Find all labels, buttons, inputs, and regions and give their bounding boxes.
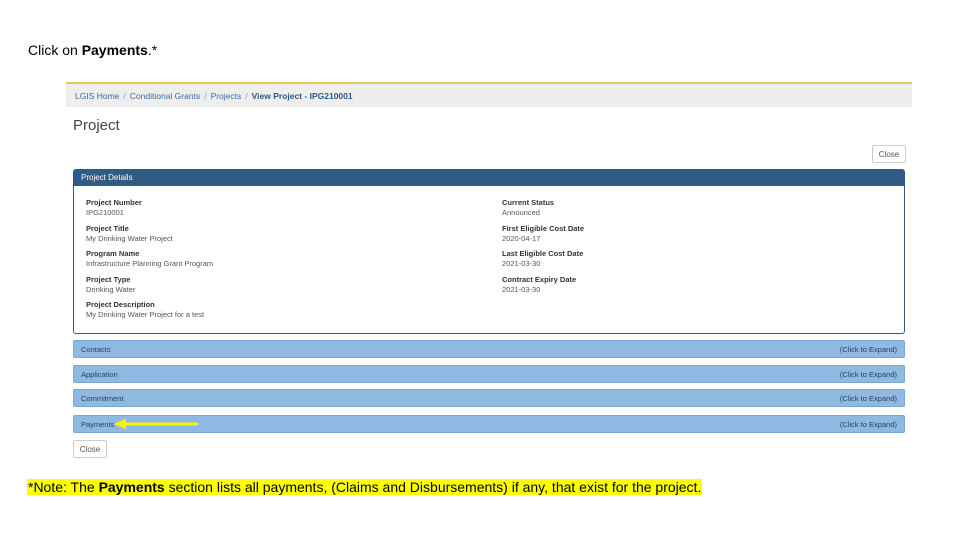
field-project-type: Project Type Drinking Water <box>86 275 135 295</box>
breadcrumb-projects[interactable]: Projects <box>211 91 242 101</box>
field-last-eligible-cost-date: Last Eligible Cost Date 2021-03-30 <box>502 249 583 269</box>
section-expand-hint: (Click to Expand) <box>839 420 897 429</box>
field-label: Last Eligible Cost Date <box>502 249 584 258</box>
field-project-title: Project Title My Drinking Water Project <box>86 224 173 244</box>
arrow-left-icon <box>114 418 198 430</box>
app-screenshot: LGIS Home / Conditional Grants / Projects / Vi… <box>66 82 912 462</box>
field-value: IPG210001 <box>86 208 124 217</box>
field-label: First Eligible Cost Date <box>502 224 585 233</box>
field-value: My Drinking Water Project for a test <box>86 310 205 319</box>
field-value: Drinking Water <box>86 285 136 294</box>
field-project-description: Project Description My Drinking Water Pr… <box>86 300 204 320</box>
field-contract-expiry-date: Contract Expiry Date 2021-03-30 <box>502 275 576 295</box>
field-value: 2020-04-17 <box>502 234 541 243</box>
field-value: Announced <box>502 208 540 217</box>
note-bold: Payments <box>98 479 165 495</box>
breadcrumb-separator: / <box>245 91 248 101</box>
note-prefix: *Note: The <box>28 479 99 495</box>
field-value: 2021-03-30 <box>502 285 541 294</box>
field-label: Contract Expiry Date <box>502 275 577 284</box>
section-label: Application <box>81 370 118 379</box>
breadcrumb-current: View Project - IPG210001 <box>251 91 353 101</box>
field-value: My Drinking Water Project <box>86 234 173 243</box>
section-label: Commitment <box>81 394 124 403</box>
project-details-panel: Project Details Project Number IPG210001… <box>73 169 905 334</box>
field-project-number: Project Number IPG210001 <box>86 198 142 218</box>
page-title: Project <box>73 117 120 134</box>
breadcrumb-lgis-home[interactable]: LGIS Home <box>75 91 119 101</box>
field-label: Program Name <box>86 249 140 258</box>
field-label: Project Number <box>86 198 142 207</box>
field-program-name: Program Name Infrastructure Planning Gra… <box>86 249 213 269</box>
breadcrumb: LGIS Home / Conditional Grants / Projects / Vi… <box>66 82 912 107</box>
section-label: Payments <box>81 420 115 429</box>
section-commitment[interactable]: Commitment (Click to Expand) <box>73 389 905 407</box>
breadcrumb-separator: / <box>204 91 207 101</box>
instruction-target: Payments <box>81 42 148 58</box>
close-button-bottom[interactable]: Close <box>73 440 107 458</box>
section-application[interactable]: Application (Click to Expand) <box>73 365 905 383</box>
project-details-heading: Project Details <box>74 170 904 186</box>
field-label: Project Title <box>86 224 129 233</box>
section-label: Contacts <box>81 345 111 354</box>
field-current-status: Current Status Announced <box>502 198 554 218</box>
field-label: Project Type <box>86 275 131 284</box>
breadcrumb-conditional-grants[interactable]: Conditional Grants <box>130 91 200 101</box>
instruction-suffix: .* <box>147 42 158 58</box>
instruction-text: Click on Payments.* <box>28 42 157 58</box>
field-label: Project Description <box>86 300 155 309</box>
close-button-top[interactable]: Close <box>872 145 906 163</box>
field-first-eligible-cost-date: First Eligible Cost Date 2020-04-17 <box>502 224 584 244</box>
section-contacts[interactable]: Contacts (Click to Expand) <box>73 340 905 358</box>
note-text: *Note: The Payments section lists all pa… <box>27 479 703 495</box>
section-expand-hint: (Click to Expand) <box>839 370 897 379</box>
field-label: Current Status <box>502 198 555 207</box>
section-expand-hint: (Click to Expand) <box>839 345 897 354</box>
section-expand-hint: (Click to Expand) <box>839 394 897 403</box>
instruction-prefix: Click on <box>28 42 82 58</box>
field-value: 2021-03-30 <box>502 259 541 268</box>
breadcrumb-separator: / <box>123 91 126 101</box>
note-suffix: section lists all payments, (Claims and … <box>164 479 702 495</box>
field-value: Infrastructure Planning Grant Program <box>86 259 214 268</box>
